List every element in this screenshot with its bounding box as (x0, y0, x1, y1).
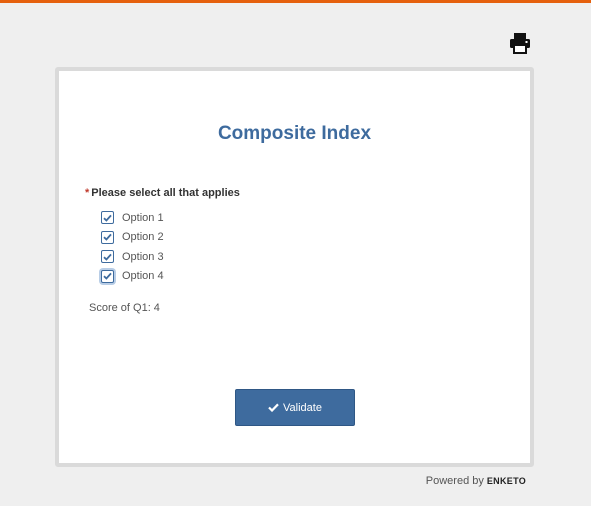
checkbox-option-4[interactable] (101, 269, 114, 283)
option-label: Option 3 (122, 250, 164, 263)
checkmark-icon (103, 214, 112, 222)
checkbox-option-3[interactable] (101, 250, 114, 264)
check-icon (268, 403, 279, 412)
option-label: Option 2 (122, 231, 164, 244)
score-output: Score of Q1: 4 (89, 302, 160, 314)
printer-icon (510, 33, 530, 54)
form-card: Composite Index * Please select all that … (55, 67, 534, 467)
option-1[interactable]: Option 1 (101, 208, 505, 228)
options-list: Option 1 Option 2 Option 3 Option 4 (101, 208, 505, 286)
checkbox-option-2[interactable] (101, 230, 114, 244)
option-label: Option 1 (122, 211, 164, 224)
enketo-logo: ENKETO (486, 476, 526, 486)
question-label: * Please select all that applies (85, 187, 505, 199)
checkmark-icon (103, 273, 112, 281)
option-4[interactable]: Option 4 (101, 267, 505, 287)
option-2[interactable]: Option 2 (101, 228, 505, 248)
form-title: Composite Index (217, 123, 372, 144)
validate-label: Validate (283, 401, 322, 414)
question-q1: * Please select all that applies Option 1… (85, 187, 505, 286)
print-button[interactable] (509, 32, 531, 54)
checkmark-icon (103, 253, 112, 261)
checkmark-icon (103, 234, 112, 242)
powered-by-text: Powered by (425, 475, 484, 487)
option-3[interactable]: Option 3 (101, 247, 505, 267)
checkbox-option-1[interactable] (101, 211, 114, 225)
top-accent-bar (0, 0, 591, 3)
validate-button[interactable]: Validate (235, 389, 355, 426)
powered-by: Powered by ENKETO (426, 475, 526, 487)
option-label: Option 4 (122, 270, 164, 283)
required-marker: * (85, 187, 90, 199)
question-label-text: Please select all that applies (91, 187, 240, 199)
